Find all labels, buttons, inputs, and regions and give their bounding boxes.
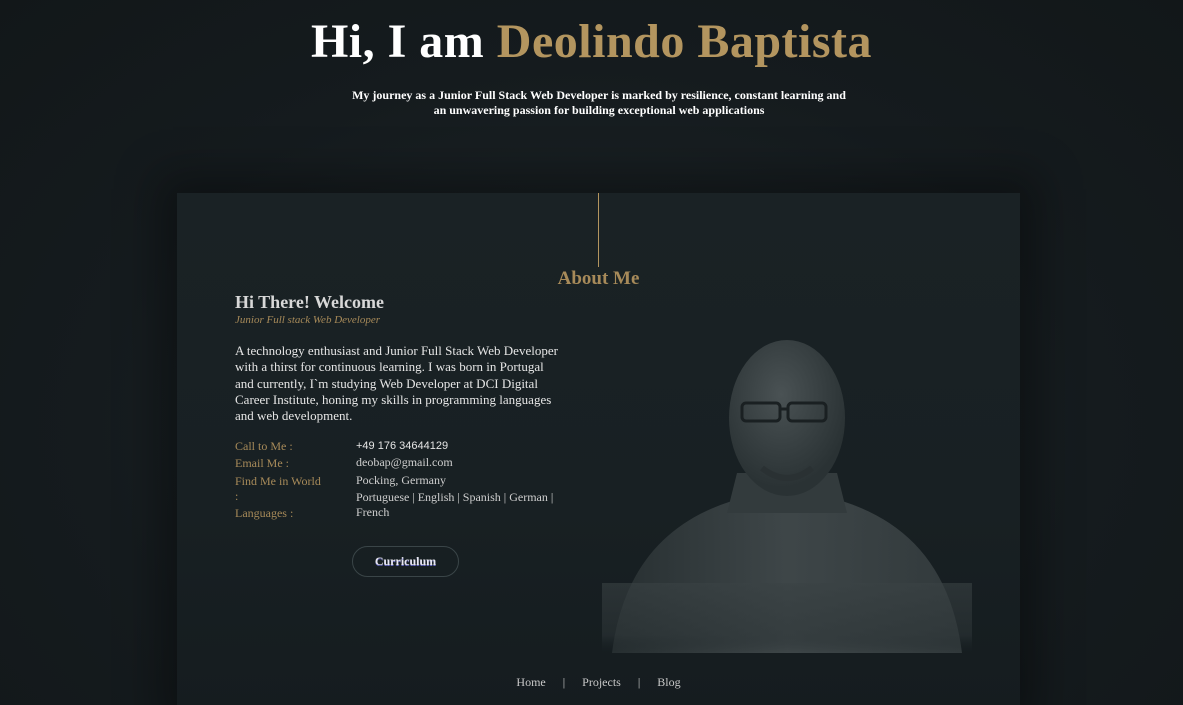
nav-blog-link[interactable]: Blog bbox=[657, 675, 680, 690]
footer-nav: Home | Projects | Blog bbox=[177, 675, 1020, 690]
hero-subtitle-line-1: My journey as a Junior Full Stack Web De… bbox=[352, 88, 846, 102]
languages-value-line-1: Portuguese | English | Spanish | German … bbox=[356, 490, 554, 504]
location-value: Pocking, Germany bbox=[356, 473, 446, 487]
curriculum-button[interactable]: Curriculum bbox=[352, 546, 459, 577]
email-value: deobap@gmail.com bbox=[356, 455, 453, 469]
hero-subtitle-line-2: an unwavering passion for building excep… bbox=[433, 103, 765, 117]
nav-home-link[interactable]: Home bbox=[516, 675, 545, 690]
divider-line bbox=[598, 193, 599, 267]
nav-separator: | bbox=[637, 675, 641, 689]
hero-name: Deolindo Baptista bbox=[496, 15, 873, 68]
nav-projects-link[interactable]: Projects bbox=[582, 675, 621, 690]
role-subtitle: Junior Full stack Web Developer bbox=[235, 314, 380, 326]
portrait-photo bbox=[602, 340, 972, 653]
about-card: About Me Hi There! Welcome Junior Full s… bbox=[177, 193, 1020, 705]
bio-paragraph: A technology enthusiast and Junior Full … bbox=[235, 343, 558, 424]
location-label: Find Me in World bbox=[235, 474, 321, 488]
call-label: Call to Me : bbox=[235, 439, 293, 453]
hero-subtitle: My journey as a Junior Full Stack Web De… bbox=[330, 88, 868, 118]
welcome-heading: Hi There! Welcome bbox=[235, 292, 384, 312]
hero-title: Hi, I am Deolindo Baptista bbox=[0, 14, 1183, 69]
languages-value-line-2: French bbox=[356, 505, 390, 519]
about-section-title: About Me bbox=[557, 268, 640, 289]
phone-value: +49 176 34644129 bbox=[356, 440, 449, 452]
hero-greeting: Hi, I am bbox=[310, 15, 485, 68]
languages-label: Languages : bbox=[235, 506, 294, 520]
email-label: Email Me : bbox=[235, 456, 289, 470]
location-label-colon: : bbox=[235, 489, 239, 503]
nav-separator: | bbox=[562, 675, 566, 689]
